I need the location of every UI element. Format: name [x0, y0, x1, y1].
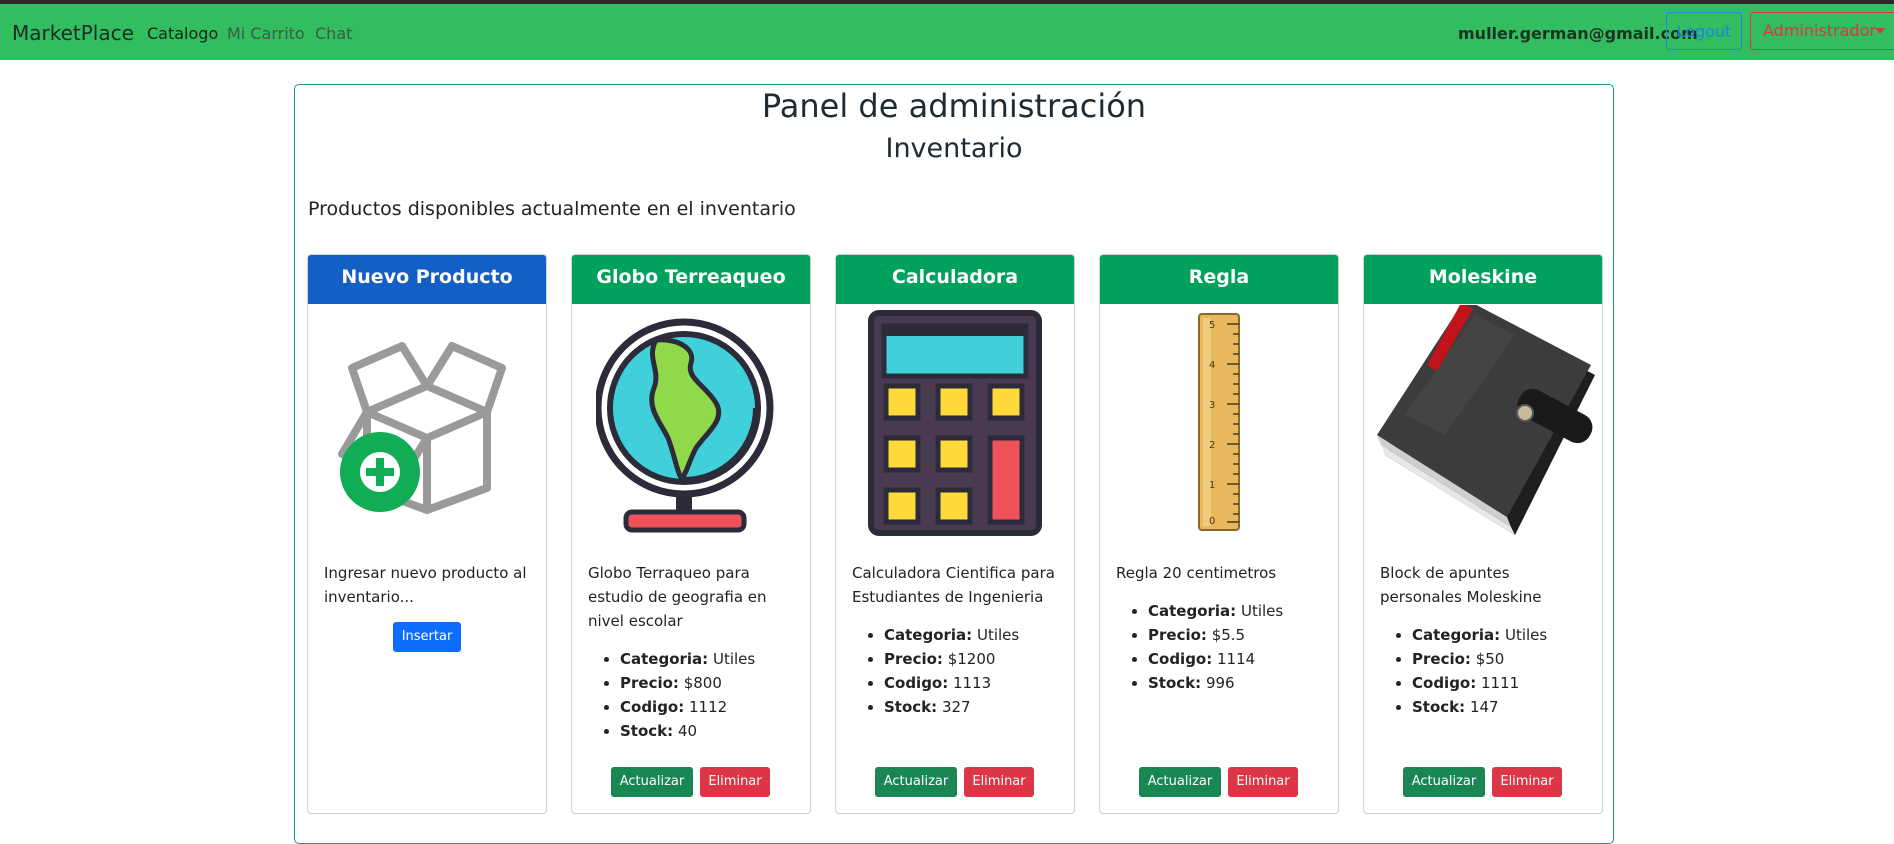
product-details: Categoria: Utiles Precio: $1200 Codigo: … — [852, 623, 1064, 719]
card-body: Globo Terraqueo para estudio de geografi… — [588, 561, 800, 743]
globe-icon — [572, 304, 810, 542]
brand-logo[interactable]: MarketPlace — [12, 21, 134, 45]
add-box-icon — [308, 304, 546, 542]
insert-button[interactable]: Insertar — [393, 622, 461, 652]
svg-text:5: 5 — [1209, 320, 1215, 331]
list-item: Stock: 147 — [1412, 695, 1592, 719]
update-button[interactable]: Actualizar — [1403, 767, 1485, 797]
nav-chat[interactable]: Chat — [315, 24, 352, 43]
delete-button[interactable]: Eliminar — [1492, 767, 1562, 797]
new-product-card: Nuevo Producto Ingresar nuevo producto a… — [307, 254, 547, 814]
list-item: Codigo: 1113 — [884, 671, 1064, 695]
card-title: Regla — [1100, 255, 1338, 304]
update-button[interactable]: Actualizar — [1139, 767, 1221, 797]
list-item: Precio: $800 — [620, 671, 800, 695]
admin-dropdown[interactable]: Administrador — [1750, 12, 1894, 50]
card-body: Calculadora Cientifica para Estudiantes … — [852, 561, 1064, 719]
list-item: Categoria: Utiles — [620, 647, 800, 671]
card-title: Calculadora — [836, 255, 1074, 304]
admin-dropdown-label: Administrador — [1763, 21, 1876, 40]
calculator-icon — [836, 304, 1074, 542]
product-description: Regla 20 centimetros — [1116, 564, 1277, 582]
list-item: Categoria: Utiles — [1412, 623, 1592, 647]
svg-text:3: 3 — [1209, 400, 1215, 411]
navbar: MarketPlace Catalogo Mi Carrito Chat mul… — [0, 4, 1894, 60]
product-card: Calculadora Calculadora Cientifica para … — [835, 254, 1075, 814]
card-title: Moleskine — [1364, 255, 1602, 304]
list-item: Codigo: 1111 — [1412, 671, 1592, 695]
list-item: Precio: $1200 — [884, 647, 1064, 671]
list-item: Precio: $50 — [1412, 647, 1592, 671]
card-body: Block de apuntes personales Moleskine Ca… — [1380, 561, 1592, 719]
list-item: Stock: 40 — [620, 719, 800, 743]
product-details: Categoria: Utiles Precio: $50 Codigo: 11… — [1380, 623, 1592, 719]
card-title: Globo Terreaqueo — [572, 255, 810, 304]
list-item: Categoria: Utiles — [884, 623, 1064, 647]
admin-panel: Panel de administración Inventario Produ… — [294, 84, 1614, 844]
svg-text:4: 4 — [1209, 360, 1215, 371]
page-title: Panel de administración — [761, 87, 1147, 125]
list-item: Codigo: 1112 — [620, 695, 800, 719]
delete-button[interactable]: Eliminar — [1228, 767, 1298, 797]
update-button[interactable]: Actualizar — [611, 767, 693, 797]
product-details: Categoria: Utiles Precio: $5.5 Codigo: 1… — [1116, 599, 1328, 695]
card-description: Ingresar nuevo producto al inventario... — [324, 564, 527, 606]
ruler-icon: 5 4 3 2 1 0 — [1100, 304, 1338, 542]
delete-button[interactable]: Eliminar — [964, 767, 1034, 797]
page-subtitle: Inventario — [885, 133, 1023, 164]
card-title: Nuevo Producto — [308, 255, 546, 304]
product-description: Globo Terraqueo para estudio de geografi… — [588, 564, 767, 630]
update-button[interactable]: Actualizar — [875, 767, 957, 797]
svg-text:0: 0 — [1209, 516, 1215, 527]
card-body: Regla 20 centimetros Categoria: Utiles P… — [1116, 561, 1328, 695]
chevron-down-icon — [1875, 28, 1885, 34]
logout-button[interactable]: Logout — [1666, 12, 1742, 50]
nav-catalogo[interactable]: Catalogo — [147, 24, 218, 43]
product-card: Regla 543 210 Regla 20 centimetros • Cat… — [1099, 254, 1339, 814]
product-details: Categoria: Utiles Precio: $800 Codigo: 1… — [588, 647, 800, 743]
notebook-icon — [1364, 304, 1602, 542]
list-item: Stock: 996 — [1148, 671, 1328, 695]
svg-text:1: 1 — [1209, 480, 1215, 491]
list-item: Stock: 327 — [884, 695, 1064, 719]
inventory-description: Productos disponibles actualmente en el … — [308, 198, 796, 220]
list-item: Codigo: 1114 — [1148, 647, 1328, 671]
product-description: Calculadora Cientifica para Estudiantes … — [852, 564, 1055, 606]
product-card: Globo Terreaqueo Globo Terraqueo para es… — [571, 254, 811, 814]
product-description: Block de apuntes personales Moleskine — [1380, 564, 1542, 606]
list-item: Precio: $5.5 — [1148, 623, 1328, 647]
svg-text:2: 2 — [1209, 440, 1215, 451]
list-item: Categoria: Utiles — [1148, 599, 1328, 623]
delete-button[interactable]: Eliminar — [700, 767, 770, 797]
user-email: muller.german@gmail.com — [1458, 24, 1698, 43]
product-card: Moleskine Block de apuntes personales Mo… — [1363, 254, 1603, 814]
nav-mi-carrito[interactable]: Mi Carrito — [227, 24, 305, 43]
